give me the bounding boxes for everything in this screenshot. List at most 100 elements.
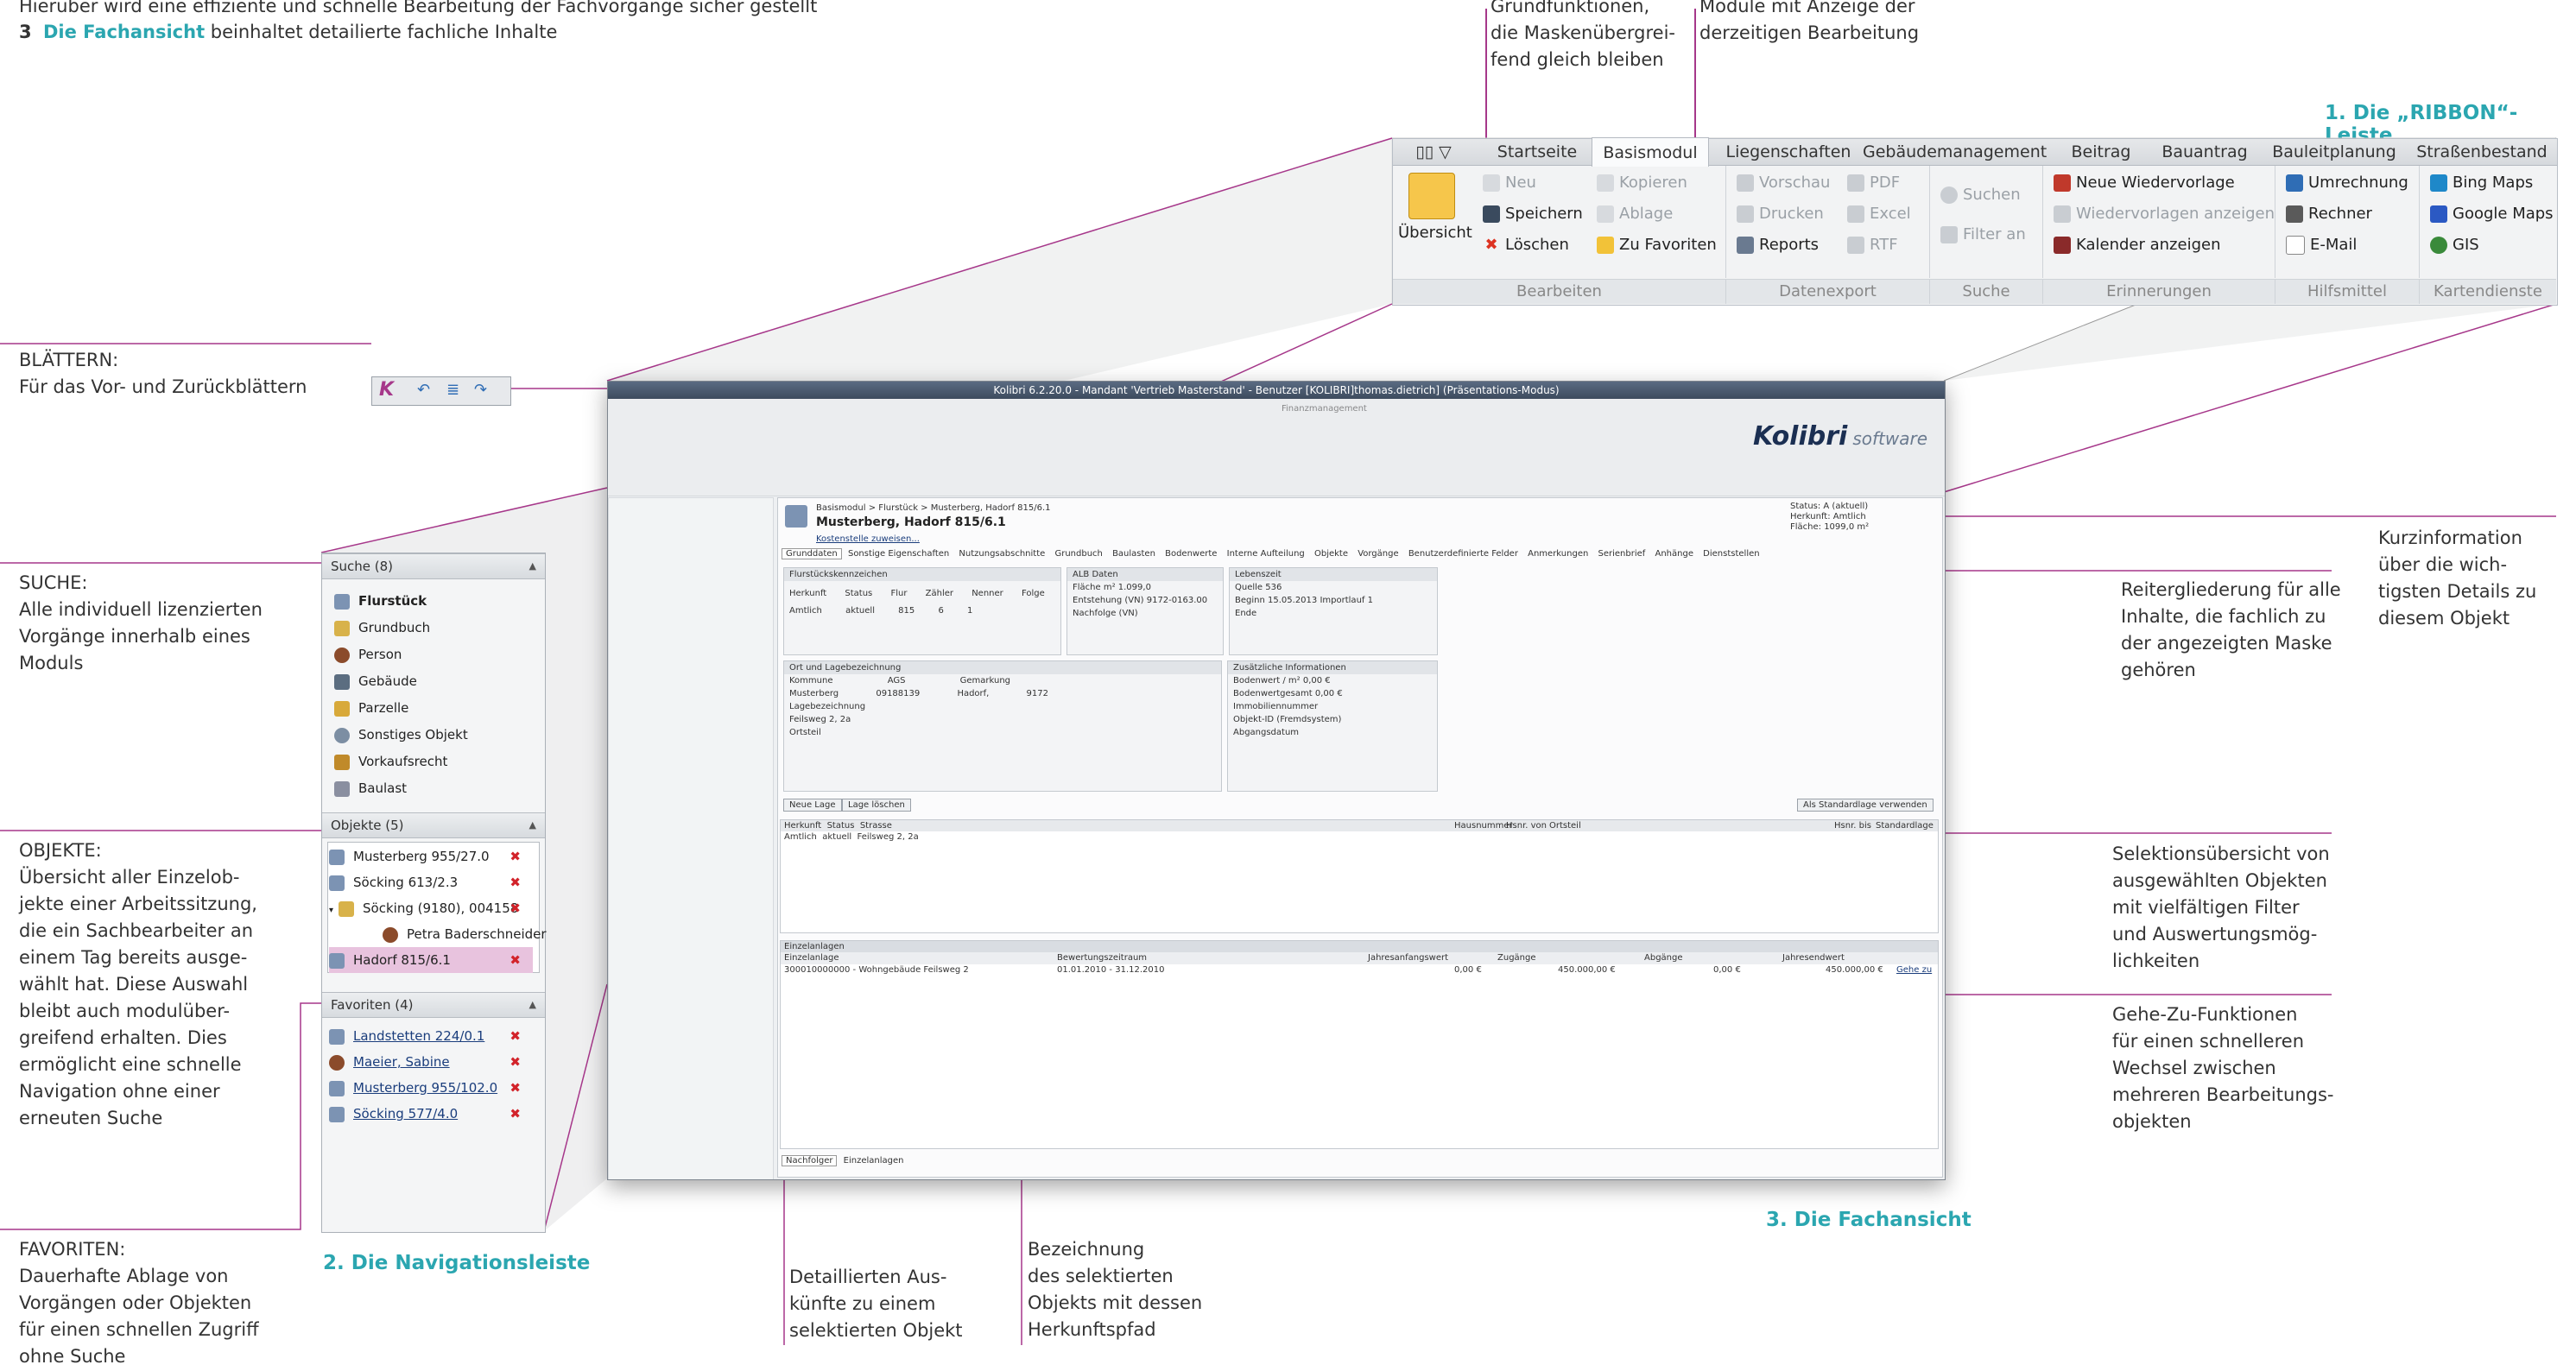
nav-objekt-5[interactable]: Hadorf 815/6.1 ✖ — [329, 947, 533, 973]
bing-maps-button[interactable]: Bing Maps — [2430, 171, 2533, 195]
filter-button[interactable]: Filter an — [1940, 223, 2026, 247]
kolibri-k-icon[interactable]: K — [379, 379, 394, 401]
gis-button[interactable]: GIS — [2430, 233, 2479, 257]
nav-favorit-4[interactable]: Söcking 577/4.0 ✖ — [329, 1101, 533, 1127]
tab-einzelanlagen[interactable]: Einzelanlagen — [840, 1156, 908, 1166]
nav-suche-vorkaufsrecht[interactable]: Vorkaufsrecht — [334, 749, 447, 774]
speichern-button[interactable]: Speichern — [1483, 202, 1583, 226]
rechner-button[interactable]: Rechner — [2286, 202, 2372, 226]
favoriten-header[interactable]: Favoriten (4) ▲ — [322, 992, 545, 1018]
new-icon — [1483, 174, 1500, 192]
quick-access-toggle[interactable]: ▯▯ ▽ — [1395, 139, 1472, 165]
neue-lage-button[interactable]: Neue Lage — [783, 799, 842, 812]
tab-bauantrag[interactable]: Bauantrag — [2153, 139, 2256, 165]
forward-icon[interactable]: ↷ — [474, 381, 487, 399]
neu-button[interactable]: Neu — [1483, 171, 1536, 195]
einzelanlagen-row[interactable]: 300010000000 - Wohngebäude Feilsweg 2 01… — [781, 964, 1938, 976]
lage-loeschen-button[interactable]: Lage löschen — [842, 799, 911, 812]
wiedervorlagen-button[interactable]: Wiedervorlagen anzeigen — [2054, 202, 2275, 226]
kostenstelle-link[interactable]: Kostenstelle zuweisen... — [816, 534, 920, 544]
tab-benutzerfelder[interactable]: Benutzerdefinierte Felder — [1405, 549, 1522, 559]
pdf-button[interactable]: PDF — [1847, 171, 1900, 195]
nav-suche-baulast[interactable]: Baulast — [334, 775, 407, 801]
nav-objekt-1[interactable]: Musterberg 955/27.0 ✖ — [329, 843, 533, 869]
tab-vorgaenge[interactable]: Vorgänge — [1354, 549, 1402, 559]
nav-suche-sonstiges[interactable]: Sonstiges Objekt — [334, 722, 468, 748]
tab-anhaenge[interactable]: Anhänge — [1651, 549, 1696, 559]
suchen-button[interactable]: Suchen — [1940, 183, 2021, 207]
tab-grunddaten[interactable]: Grunddaten — [782, 548, 842, 559]
archive-icon — [1597, 205, 1614, 223]
suche-header[interactable]: Suche (8) ▲ — [322, 553, 545, 579]
grid-row[interactable]: Amtlich aktuell Feilsweg 2, 2a — [781, 831, 1938, 843]
pre-emption-icon — [334, 754, 350, 770]
reminders-list-icon — [2054, 205, 2071, 223]
nav-objekt-2[interactable]: Söcking 613/2.3 ✖ — [329, 869, 533, 895]
tab-sonstige[interactable]: Sonstige Eigenschaften — [845, 549, 953, 559]
nav-suche-flurstueck[interactable]: Flurstück — [334, 588, 427, 614]
flurst-values[interactable]: Amtlich aktuell 815 6 1 — [789, 606, 972, 616]
tab-nutzung[interactable]: Nutzungsabschnitte — [955, 549, 1048, 559]
vorschau-button[interactable]: Vorschau — [1737, 171, 1830, 195]
tab-gebaeudemanagement[interactable]: Gebäudemanagement — [1863, 139, 2047, 165]
navigation-panel: Suche (8) ▲ Flurstück Grundbuch Person Ge… — [321, 553, 547, 1233]
book-icon — [334, 620, 350, 636]
back-icon[interactable]: ↶ — [417, 381, 430, 399]
print-icon — [1737, 205, 1754, 223]
tab-beitrag[interactable]: Beitrag — [2058, 139, 2144, 165]
remove-icon: ✖ — [510, 1054, 521, 1070]
tab-baulasten[interactable]: Baulasten — [1109, 549, 1159, 559]
objekte-header[interactable]: Objekte (5) ▲ — [322, 812, 545, 838]
navigation-toolbar: K ↶ ≣ ↷ — [371, 376, 511, 406]
nav-suche-person[interactable]: Person — [334, 641, 402, 667]
tab-liegenschaften[interactable]: Liegenschaften — [1719, 139, 1858, 165]
excel-button[interactable]: Excel — [1847, 202, 1911, 226]
nav-suche-gebaeude[interactable]: Gebäude — [334, 668, 417, 694]
tab-basismodul[interactable]: Basismodul — [1592, 137, 1709, 167]
reports-button[interactable]: Reports — [1737, 233, 1819, 257]
nav-favorit-2[interactable]: Maeier, Sabine ✖ — [329, 1049, 533, 1075]
tab-bauleitplanung[interactable]: Bauleitplanung — [2265, 139, 2403, 165]
tab-serienbrief[interactable]: Serienbrief — [1595, 549, 1649, 559]
building-icon — [334, 673, 350, 690]
note-reiter: Reitergliederung für alle Inhalte, die fa… — [2121, 579, 2341, 680]
tab-objekte[interactable]: Objekte — [1311, 549, 1351, 559]
tab-nachfolger[interactable]: Nachfolger — [782, 1155, 838, 1166]
convert-icon — [2286, 174, 2303, 192]
pdf-icon — [1847, 174, 1864, 192]
app-ribbon-ghost: Finanzmanagement — [608, 399, 1945, 496]
nav-favorit-1[interactable]: Landstetten 224/0.1 ✖ — [329, 1023, 533, 1049]
google-maps-button[interactable]: Google Maps — [2430, 202, 2554, 226]
content-tabs: Grunddaten Sonstige Eigenschaften Nutzun… — [782, 548, 1763, 560]
list-icon[interactable]: ≣ — [446, 381, 459, 399]
kopieren-button[interactable]: Kopieren — [1597, 171, 1687, 195]
tab-anmerkungen[interactable]: Anmerkungen — [1524, 549, 1592, 559]
umrechnung-button[interactable]: Umrechnung — [2286, 171, 2408, 195]
tab-aufteilung[interactable]: Interne Aufteilung — [1224, 549, 1308, 559]
neue-wiedervorlage-button[interactable]: Neue Wiedervorlage — [2054, 171, 2235, 195]
nav-favorit-3[interactable]: Musterberg 955/102.0 ✖ — [329, 1075, 533, 1101]
gehe-zu-link[interactable]: Gehe zu — [1896, 965, 1932, 975]
bing-maps-icon — [2430, 174, 2447, 192]
loeschen-button[interactable]: ✖ Löschen — [1483, 233, 1568, 257]
favoriten-button[interactable]: Zu Favoriten — [1597, 233, 1717, 257]
tab-dienststellen[interactable]: Dienststellen — [1699, 549, 1763, 559]
nav-objekt-3[interactable]: ▾ Söcking (9180), 004158 ✖ — [329, 895, 533, 921]
rtf-button[interactable]: RTF — [1847, 233, 1898, 257]
nav-suche-parzelle[interactable]: Parzelle — [334, 695, 408, 721]
group-erinnerungen: Neue Wiedervorlage Wiedervorlagen anzeig… — [2043, 166, 2275, 278]
tab-grundbuch[interactable]: Grundbuch — [1051, 549, 1105, 559]
nav-suche-grundbuch[interactable]: Grundbuch — [334, 615, 430, 641]
note-blaettern: BLÄTTERN: Für das Vor- und Zurückblättern — [19, 350, 307, 397]
email-button[interactable]: E-Mail — [2286, 233, 2357, 257]
overview-icon[interactable] — [1408, 173, 1455, 219]
tab-startseite[interactable]: Startseite — [1486, 139, 1588, 165]
overview-button[interactable]: Übersicht — [1398, 221, 1472, 245]
standardlage-button[interactable]: Als Standardlage verwenden — [1797, 799, 1934, 812]
tab-strassenbestand[interactable]: Straßenbestand — [2408, 139, 2555, 165]
nav-objekt-4[interactable]: Petra Baderschneider — [383, 921, 547, 947]
ablage-button[interactable]: Ablage — [1597, 202, 1673, 226]
kalender-button[interactable]: Kalender anzeigen — [2054, 233, 2221, 257]
drucken-button[interactable]: Drucken — [1737, 202, 1824, 226]
tab-bodenwerte[interactable]: Bodenwerte — [1161, 549, 1220, 559]
